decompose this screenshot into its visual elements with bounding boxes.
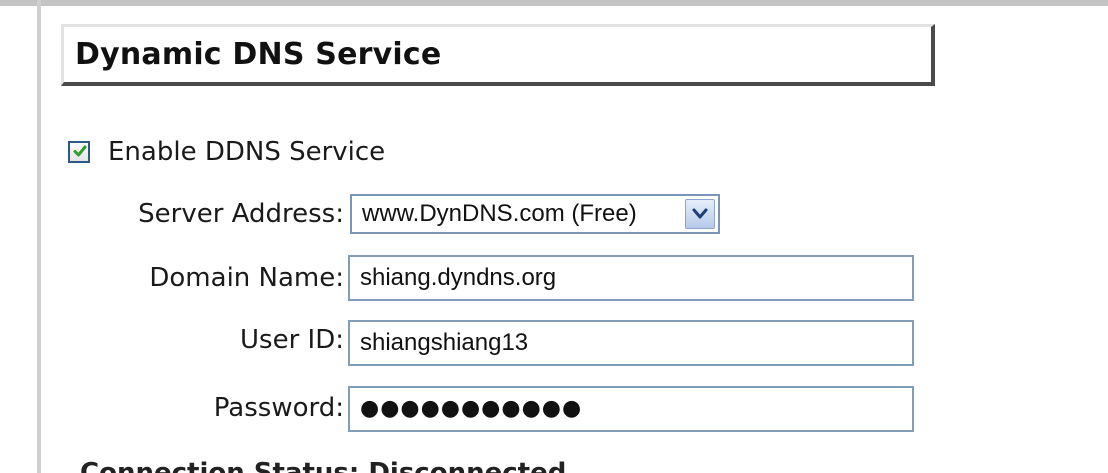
chevron-down-icon bbox=[692, 208, 708, 219]
user-id-input[interactable]: shiangshiang13 bbox=[348, 320, 914, 366]
server-address-label: Server Address: bbox=[138, 199, 344, 229]
ddns-settings-page: Dynamic DNS Service Enable DDNS Service … bbox=[0, 0, 1108, 473]
server-address-value: www.DynDNS.com (Free) bbox=[362, 200, 637, 227]
enable-ddns-label: Enable DDNS Service bbox=[108, 137, 386, 167]
password-label: Password: bbox=[213, 393, 344, 423]
section-header: Dynamic DNS Service bbox=[61, 24, 935, 86]
domain-name-input[interactable]: shiang.dyndns.org bbox=[348, 255, 914, 301]
domain-name-label: Domain Name: bbox=[149, 263, 344, 293]
password-label-box: Password: bbox=[0, 388, 344, 428]
server-address-label-box: Server Address: bbox=[0, 194, 344, 234]
domain-name-value: shiang.dyndns.org bbox=[360, 264, 557, 291]
enable-ddns-row[interactable]: Enable DDNS Service bbox=[68, 134, 385, 170]
connection-status-partial: Connection Status: Disconnected bbox=[80, 458, 567, 473]
top-divider bbox=[0, 0, 1108, 6]
password-input[interactable]: ●●●●●●●●●●● bbox=[348, 386, 914, 432]
server-address-select[interactable]: www.DynDNS.com (Free) bbox=[350, 194, 720, 234]
user-id-label: User ID: bbox=[240, 325, 344, 355]
domain-name-label-box: Domain Name: bbox=[0, 258, 344, 298]
checkmark-icon bbox=[73, 145, 87, 157]
user-id-label-box: User ID: bbox=[0, 320, 344, 360]
enable-ddns-checkbox[interactable] bbox=[68, 141, 90, 163]
password-masked-value: ●●●●●●●●●●● bbox=[360, 396, 583, 421]
dropdown-button[interactable] bbox=[685, 199, 715, 229]
user-id-value: shiangshiang13 bbox=[360, 329, 529, 356]
section-title: Dynamic DNS Service bbox=[75, 37, 442, 72]
